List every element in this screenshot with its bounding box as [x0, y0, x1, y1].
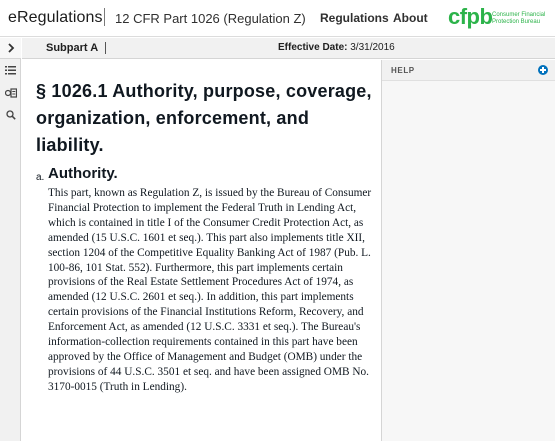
nav-about[interactable]: About	[393, 11, 428, 25]
paragraph-body: This part, known as Regulation Z, is iss…	[48, 187, 372, 393]
subheader-bar: Subpart A Effective Date: 3/31/2016	[22, 38, 555, 59]
history-icon	[4, 87, 17, 98]
help-bar[interactable]: HELP	[382, 60, 555, 81]
table-of-contents-button[interactable]	[0, 60, 21, 81]
expand-drawer-button[interactable]	[0, 38, 21, 59]
list-icon	[5, 66, 16, 75]
timeline-button[interactable]	[0, 82, 21, 103]
regulation-title[interactable]: 12 CFR Part 1026 (Regulation Z)	[115, 11, 306, 26]
help-panel: HELP	[381, 60, 555, 441]
cfpb-logo[interactable]: cfpb Consumer Financial Protection Burea…	[448, 6, 552, 32]
chevron-right-icon	[7, 43, 14, 53]
search-button[interactable]	[0, 104, 21, 125]
section-title: § 1026.1 Authority, purpose, coverage, o…	[36, 81, 372, 155]
effective-date: Effective Date: 3/31/2016	[278, 42, 395, 53]
search-icon	[5, 109, 16, 120]
left-rail	[0, 38, 21, 441]
app-title[interactable]: eRegulations	[8, 9, 103, 27]
effective-date-label: Effective Date:	[278, 42, 348, 53]
paragraph-marker[interactable]: a.	[36, 172, 44, 183]
subpart-label[interactable]: Subpart A	[46, 42, 98, 54]
logo-text: Consumer Financial Protection Bureau	[492, 12, 546, 25]
header-divider	[104, 8, 105, 26]
nav-regulations[interactable]: Regulations	[320, 11, 389, 25]
paragraph-heading: Authority.	[48, 165, 118, 182]
logo-mark: cfpb	[448, 4, 493, 29]
effective-date-value: 3/31/2016	[350, 42, 395, 53]
regulation-content: § 1026.1 Authority, purpose, coverage, o…	[22, 60, 380, 441]
help-label: HELP	[391, 66, 415, 75]
site-header: eRegulations 12 CFR Part 1026 (Regulatio…	[0, 0, 555, 37]
subheader-divider	[105, 42, 106, 54]
expand-help-icon[interactable]	[538, 65, 548, 75]
